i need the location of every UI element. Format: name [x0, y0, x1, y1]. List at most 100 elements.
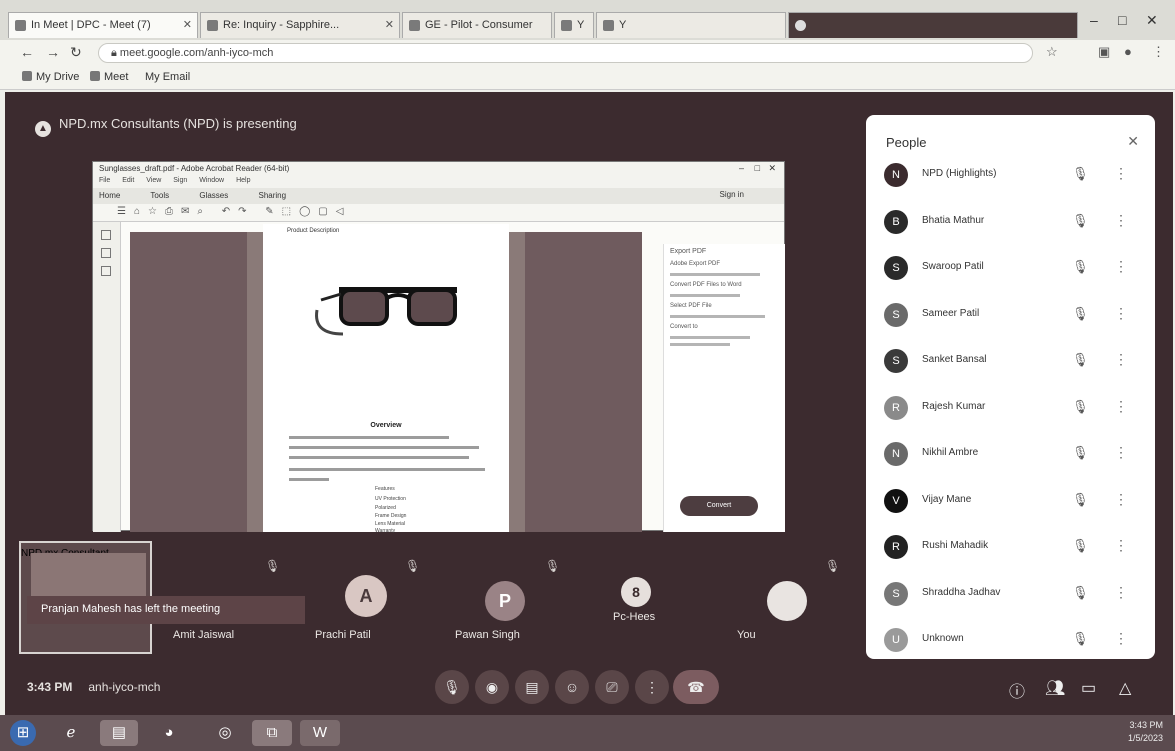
end-call-button[interactable]: ☎ [673, 670, 719, 704]
tab-dark[interactable] [788, 12, 1078, 38]
windows-icon: ⊞ [16, 724, 30, 741]
tab-label: Y [619, 19, 627, 31]
more-options-button[interactable]: ⋮ [635, 670, 669, 704]
people-list-item[interactable]: S Sameer Patil 🎙︎ ⋮ [884, 301, 1144, 331]
start-button[interactable]: ⊞ [10, 720, 36, 746]
mic-off-icon[interactable]: 🎙︎ [1072, 631, 1089, 647]
mic-off-icon[interactable]: 🎙︎ [1072, 445, 1089, 461]
shared-tab: Glasses [199, 191, 229, 200]
more-vertical-icon[interactable]: ⋮ [1114, 630, 1128, 647]
people-list-item[interactable]: N Nikhil Ambre 🎙︎ ⋮ [884, 440, 1144, 470]
self-camera-feed [31, 553, 146, 601]
chrome-taskbar-button[interactable]: ◎ [210, 720, 240, 746]
mic-button[interactable]: 🎙︎ [435, 670, 469, 704]
tab-inquiry[interactable]: Re: Inquiry - Sapphire... ✕ [200, 12, 400, 38]
more-vertical-icon[interactable]: ⋮ [1114, 212, 1128, 229]
info-icon[interactable]: ⓘ [1009, 678, 1025, 702]
avatar: N [884, 163, 908, 187]
present-button[interactable]: ⎚ [595, 670, 629, 704]
system-tray: 3:43 PM 1/5/2023 [1128, 719, 1163, 745]
mic-off-icon[interactable]: 🎙︎ [1072, 492, 1089, 508]
activities-icon[interactable]: △ [1119, 678, 1131, 698]
mic-off-icon[interactable]: 🎙︎ [1072, 538, 1089, 554]
people-list-item[interactable]: S Sanket Bansal 🎙︎ ⋮ [884, 347, 1144, 377]
more-vertical-icon[interactable]: ⋮ [1114, 537, 1128, 554]
bookmark-email[interactable]: My Email [145, 71, 190, 83]
back-icon[interactable]: ← [20, 44, 34, 60]
forward-icon[interactable]: → [46, 44, 60, 60]
firefox-taskbar-button[interactable]: ◕ [154, 720, 184, 746]
mic-off-icon[interactable]: 🎙︎ [1072, 585, 1089, 601]
more-vertical-icon[interactable]: ⋮ [1114, 398, 1128, 415]
doc-line [289, 446, 479, 449]
chat-icon[interactable]: ▭ [1081, 678, 1096, 698]
profile-icon[interactable]: ● [1124, 44, 1132, 59]
mic-icon: 🎙︎ [443, 679, 461, 695]
mic-off-icon[interactable]: 🎙︎ [1072, 166, 1089, 182]
camera-button[interactable]: ◉ [475, 670, 509, 704]
close-window-icon[interactable]: ✕ [1146, 12, 1158, 29]
bookmark-drive[interactable]: My Drive [22, 71, 79, 83]
people-list-item[interactable]: R Rajesh Kumar 🎙︎ ⋮ [884, 394, 1144, 424]
more-vertical-icon[interactable]: ⋮ [1114, 165, 1128, 182]
maximize-icon[interactable]: □ [1118, 12, 1126, 28]
star-icon[interactable]: ☆ [1046, 44, 1058, 60]
people-list-item[interactable]: V Vijay Mane 🎙︎ ⋮ [884, 487, 1144, 517]
reactions-button[interactable]: ☺ [555, 670, 589, 704]
shared-document-page: Product Description Overview Features UV… [263, 224, 509, 534]
sunglasses-image [315, 287, 457, 336]
lock-icon: 🔒︎ [111, 47, 120, 59]
explorer-taskbar-button[interactable]: ▤ [100, 720, 138, 746]
tab-label: Y [577, 19, 585, 31]
tray-clock-time: 3:43 PM [1129, 720, 1163, 730]
word-taskbar-button[interactable]: W [300, 720, 340, 746]
tab-y2[interactable]: Y [596, 12, 786, 38]
tab-y1[interactable]: Y [554, 12, 594, 38]
minimize-icon[interactable]: – [1090, 12, 1098, 28]
more-vertical-icon[interactable]: ⋮ [1114, 258, 1128, 275]
close-tab-icon[interactable]: ✕ [385, 18, 394, 31]
tab-consumer[interactable]: GE - Pilot - Consumer [402, 12, 552, 38]
mic-off-icon[interactable]: 🎙︎ [1072, 306, 1089, 322]
people-icon[interactable]: 👥︎ [1045, 678, 1065, 698]
mic-off-icon[interactable]: 🎙︎ [1072, 259, 1089, 275]
people-list-item[interactable]: S Swaroop Patil 🎙︎ ⋮ [884, 254, 1144, 284]
captions-button[interactable]: ▤ [515, 670, 549, 704]
firefox-icon: ◕ [164, 724, 174, 741]
person-name: Shraddha Jadhav [922, 586, 1001, 598]
more-vertical-icon[interactable]: ⋮ [1114, 305, 1128, 322]
active-taskbar-button[interactable]: ⧉ [252, 720, 292, 746]
address-bar[interactable]: 🔒︎ meet.google.com/anh-iyco-mch [98, 43, 1033, 63]
ie-taskbar-button[interactable]: ℯ [56, 720, 86, 746]
shared-close-icon: ✕ [768, 163, 776, 173]
close-tab-icon[interactable]: ✕ [183, 18, 192, 31]
tab-meet[interactable]: In Meet | DPC - Meet (7) ✕ [8, 12, 198, 38]
panel-row: Convert to [670, 324, 698, 330]
reload-icon[interactable]: ↻ [70, 44, 82, 61]
people-list-item[interactable]: N NPD (Highlights) 🎙︎ ⋮ [884, 161, 1144, 191]
people-list-item[interactable]: U Unknown 🎙︎ ⋮ [884, 626, 1144, 656]
folder-icon: ▤ [111, 724, 127, 741]
shared-signin-label: Sign in [719, 190, 744, 199]
meet-favicon-icon [15, 20, 26, 31]
mic-off-icon[interactable]: 🎙︎ [1072, 213, 1089, 229]
mic-off-icon[interactable]: 🎙︎ [1072, 399, 1089, 415]
people-list-item[interactable]: S Shraddha Jadhav 🎙︎ ⋮ [884, 580, 1144, 610]
mic-off-icon[interactable]: 🎙︎ [1072, 352, 1089, 368]
panel-row: Adobe Export PDF [670, 261, 721, 267]
avatar: S [884, 349, 908, 373]
more-vertical-icon[interactable]: ⋮ [1114, 491, 1128, 508]
more-vertical-icon[interactable]: ⋮ [1114, 444, 1128, 461]
close-panel-icon[interactable]: ✕ [1127, 133, 1139, 150]
people-list-item[interactable]: R Rushi Mahadik 🎙︎ ⋮ [884, 533, 1144, 563]
more-vertical-icon[interactable]: ⋮ [1114, 584, 1128, 601]
people-list-item[interactable]: B Bhatia Mathur 🎙︎ ⋮ [884, 208, 1144, 238]
shared-tab: Home [99, 191, 121, 200]
extension-icon[interactable]: ▣ [1098, 44, 1110, 60]
bookmark-meet[interactable]: Meet [90, 71, 128, 83]
doc-line [289, 468, 485, 471]
menu-icon[interactable]: ⋮ [1152, 44, 1165, 60]
shared-menu-item: View [146, 177, 162, 184]
more-vertical-icon[interactable]: ⋮ [1114, 351, 1128, 368]
y-favicon-icon [603, 20, 614, 31]
